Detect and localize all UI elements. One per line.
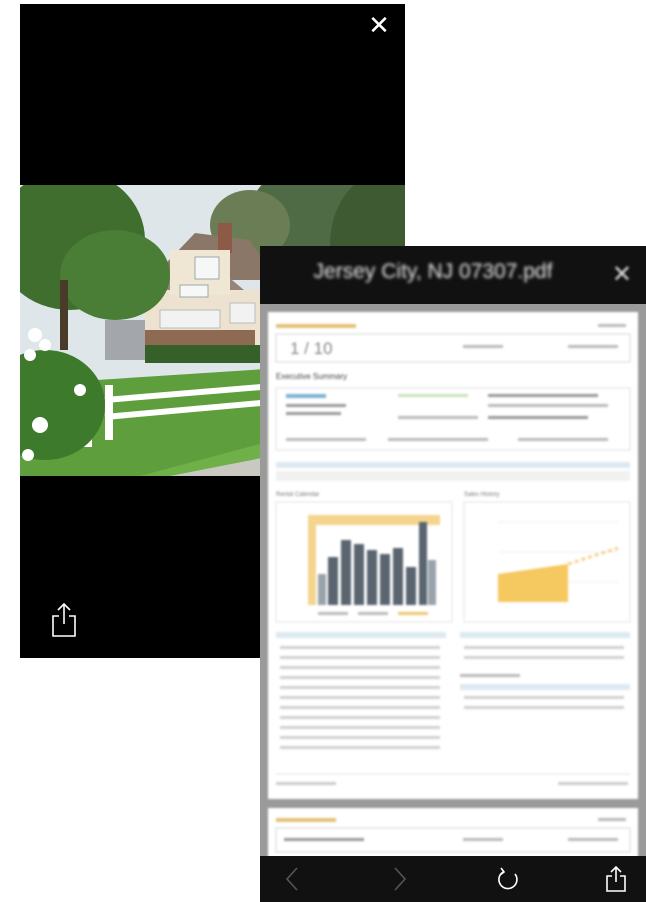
reload-icon [498, 867, 518, 890]
pdf-document[interactable]: 1 / 10 Executive Summary Rental Calendar… [260, 304, 646, 868]
pdf-header: Jersey City, NJ 07307.pdf ✕ [260, 246, 646, 304]
pdf-page: 1 / 10 Executive Summary Rental Calendar… [268, 312, 638, 799]
chart-right-title: Sales History [464, 492, 499, 498]
chevron-left-icon [285, 867, 298, 891]
pdf-title: Jersey City, NJ 07307.pdf [313, 260, 553, 283]
forward-button[interactable] [380, 856, 420, 902]
reload-button[interactable] [488, 856, 528, 902]
score-text: 1 / 10 [290, 339, 333, 358]
share-icon[interactable] [50, 602, 78, 638]
chevron-right-icon [394, 867, 407, 891]
chart-left-title: Rental Calendar [276, 492, 319, 498]
back-button[interactable] [272, 856, 312, 902]
pdf-viewer: Jersey City, NJ 07307.pdf ✕ 1 / 10 Execu… [260, 246, 646, 902]
close-icon[interactable]: ✕ [612, 260, 632, 289]
share-icon [606, 865, 626, 892]
close-icon[interactable]: ✕ [367, 12, 391, 38]
section-title: Executive Summary [276, 372, 347, 381]
share-button[interactable] [596, 856, 636, 902]
pdf-toolbar [260, 856, 646, 902]
